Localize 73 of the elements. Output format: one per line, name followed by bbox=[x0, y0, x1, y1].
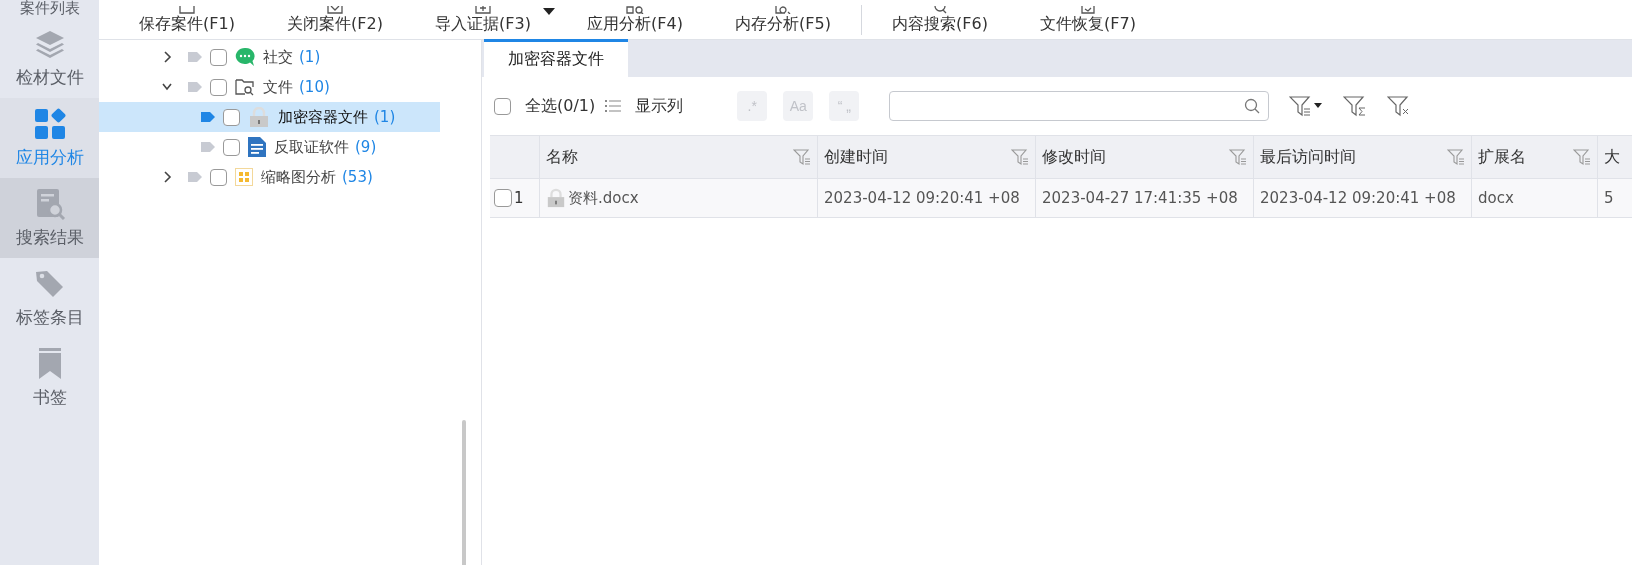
toolbar-button[interactable]: 导入证据(F3) bbox=[409, 6, 557, 39]
filter-icon[interactable] bbox=[1573, 148, 1591, 166]
column-header[interactable]: 最后访问时间 bbox=[1254, 136, 1472, 178]
column-header[interactable]: 名称 bbox=[540, 136, 818, 178]
tag-flag-icon bbox=[201, 112, 215, 122]
tray-check-icon bbox=[1078, 6, 1098, 14]
row-number: 1 bbox=[514, 189, 524, 207]
search-field[interactable] bbox=[889, 91, 1270, 121]
chevron-icon[interactable] bbox=[162, 170, 172, 184]
square-search-icon bbox=[625, 6, 645, 14]
dropdown-caret-icon[interactable] bbox=[543, 8, 555, 15]
sidebar-item[interactable]: 检材文件 bbox=[0, 18, 99, 98]
filter-sum-icon[interactable] bbox=[1343, 95, 1368, 117]
apps-icon bbox=[33, 107, 66, 140]
tag-flag-icon bbox=[188, 52, 202, 62]
folder-search-icon bbox=[235, 78, 255, 96]
tree-item[interactable]: 缩略图分析 (53) bbox=[99, 162, 440, 192]
chat-bubble-icon bbox=[235, 47, 255, 67]
toolbar-button[interactable]: 内容搜索(F6) bbox=[866, 6, 1014, 39]
column-header[interactable]: 修改时间 bbox=[1036, 136, 1254, 178]
list-icon bbox=[605, 99, 622, 113]
tab[interactable]: 加密容器文件 bbox=[484, 39, 628, 77]
scrollbar[interactable] bbox=[462, 420, 466, 565]
show-columns-button[interactable]: 显示列 bbox=[631, 95, 688, 117]
filter-dropdown-icon[interactable] bbox=[1289, 95, 1324, 117]
tree-item[interactable]: 文件 (10) bbox=[99, 72, 440, 102]
sidebar-item[interactable]: 书签 bbox=[0, 338, 99, 418]
checkbox[interactable] bbox=[223, 138, 240, 156]
checkbox[interactable] bbox=[223, 108, 240, 126]
tag-flag-icon bbox=[201, 142, 215, 152]
toolbar-button[interactable]: 保存案件(F1) bbox=[113, 6, 261, 39]
filter-icon[interactable] bbox=[793, 148, 811, 166]
checkbox[interactable] bbox=[210, 78, 227, 96]
sidebar-item[interactable]: 搜索结果 bbox=[0, 178, 99, 258]
column-header[interactable]: 创建时间 bbox=[818, 136, 1036, 178]
page-search-icon bbox=[773, 6, 793, 14]
grid-icon bbox=[235, 168, 253, 186]
checkbox[interactable] bbox=[494, 189, 512, 207]
padlock-icon bbox=[546, 188, 566, 208]
toolbar-button[interactable]: 文件恢复(F7) bbox=[1014, 6, 1162, 39]
search-icon bbox=[1244, 98, 1261, 114]
filter-icon[interactable] bbox=[1011, 148, 1029, 166]
column-header[interactable]: 大 bbox=[1598, 136, 1632, 178]
tag-flag-icon bbox=[188, 82, 202, 92]
tag-flag-icon bbox=[188, 172, 202, 182]
column-header[interactable]: 扩展名 bbox=[1472, 136, 1598, 178]
tray-icon bbox=[177, 6, 197, 14]
toolbar-button[interactable]: 内存分析(F5) bbox=[709, 6, 857, 39]
table-cell: 2023-04-12 09:20:41 +08 bbox=[1260, 189, 1456, 207]
select-all-label: 全选(0/1) bbox=[525, 95, 596, 117]
tree-item[interactable]: 社交 (1) bbox=[99, 42, 440, 72]
table-cell: docx bbox=[1478, 189, 1514, 207]
document-icon bbox=[248, 137, 266, 157]
table-cell: 2023-04-27 17:41:35 +08 bbox=[1042, 189, 1238, 207]
checkbox[interactable] bbox=[210, 48, 227, 66]
sidebar-item[interactable]: 标签条目 bbox=[0, 258, 99, 338]
tree-item[interactable]: 加密容器文件 (1) bbox=[99, 102, 440, 132]
table-cell: 5 bbox=[1604, 189, 1614, 207]
chevron-icon[interactable] bbox=[162, 50, 172, 64]
tray-x-icon bbox=[325, 6, 345, 14]
tray-plus-icon bbox=[473, 6, 493, 14]
sidebar-item[interactable]: 案件列表 bbox=[0, 0, 99, 18]
padlock-icon bbox=[248, 107, 270, 127]
checkbox[interactable] bbox=[494, 97, 511, 115]
filter-icon[interactable] bbox=[1229, 148, 1247, 166]
table-cell: 资料.docx bbox=[568, 188, 639, 208]
bookmark-icon bbox=[36, 347, 63, 380]
checkbox[interactable] bbox=[210, 168, 227, 186]
filter-icon[interactable] bbox=[1447, 148, 1465, 166]
toolbar-button[interactable]: 关闭案件(F2) bbox=[261, 6, 409, 39]
toolbar-button[interactable]: 应用分析(F4) bbox=[561, 6, 709, 39]
tree-item[interactable]: 反取证软件 (9) bbox=[99, 132, 440, 162]
table-cell: 2023-04-12 09:20:41 +08 bbox=[824, 189, 1020, 207]
